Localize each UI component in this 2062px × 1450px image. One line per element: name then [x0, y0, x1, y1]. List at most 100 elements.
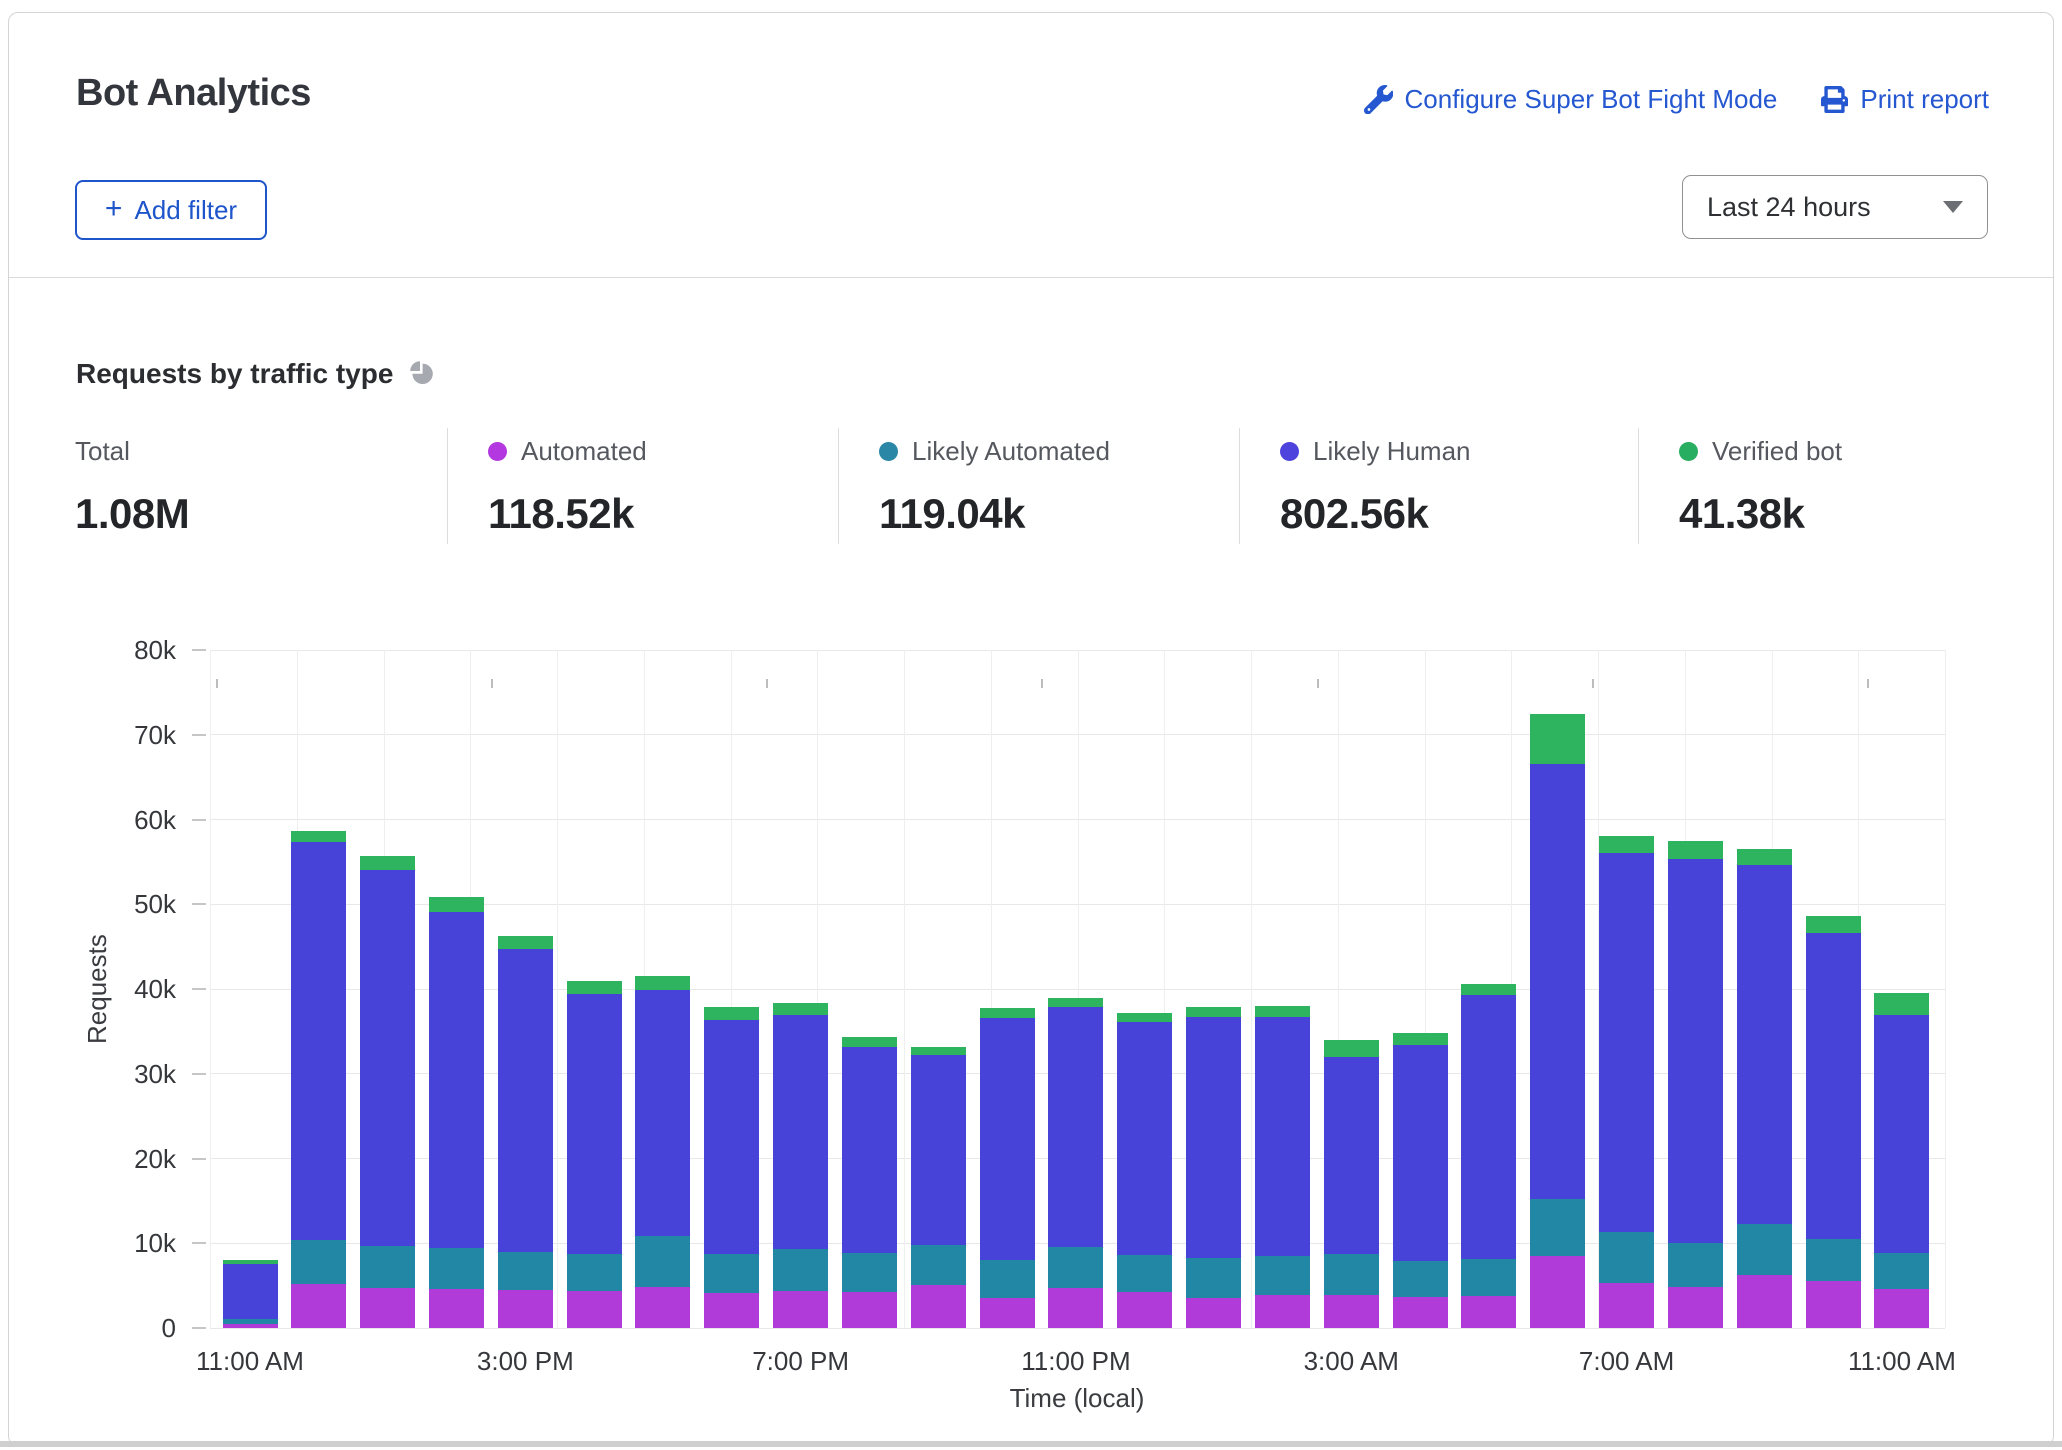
- bar-segment-likely-automated: [1186, 1258, 1241, 1298]
- bar-segment-verified-bot: [1530, 714, 1585, 765]
- bar-segment-likely-human: [291, 842, 346, 1240]
- bar-segment-verified-bot: [498, 936, 553, 950]
- y-tickmark: [192, 1158, 206, 1160]
- page-title: Bot Analytics: [76, 72, 311, 115]
- bar-4-00-pm: [567, 981, 622, 1328]
- bar-segment-likely-automated: [567, 1254, 622, 1290]
- bar-9-00-pm: [911, 1047, 966, 1328]
- y-tickmark: [192, 649, 206, 651]
- bar-segment-verified-bot: [1874, 993, 1929, 1015]
- bar-segment-automated: [1599, 1283, 1654, 1328]
- y-tick-label: 70k: [0, 720, 176, 750]
- bar-segment-likely-human: [704, 1020, 759, 1255]
- bar-segment-likely-human: [429, 912, 484, 1248]
- stat-total: Total1.08M: [75, 428, 447, 544]
- stat-likely-human: Likely Human802.56k: [1239, 428, 1638, 544]
- bar-segment-likely-human: [1324, 1057, 1379, 1254]
- bar-6-00-am: [1530, 714, 1585, 1328]
- bar-3-00-pm: [498, 936, 553, 1328]
- bar-segment-likely-human: [1737, 865, 1792, 1223]
- bar-segment-automated: [1461, 1296, 1516, 1328]
- bar-9-00-am: [1737, 849, 1792, 1328]
- bar-8-00-pm: [842, 1037, 897, 1328]
- bar-segment-verified-bot: [1048, 998, 1103, 1006]
- y-tickmark: [192, 1327, 206, 1329]
- x-tickmark: [1317, 679, 1319, 688]
- legend-dot-icon: [1679, 442, 1698, 461]
- y-tick-label: 20k: [0, 1144, 176, 1174]
- bar-segment-likely-automated: [704, 1254, 759, 1293]
- bar-segment-verified-bot: [1599, 836, 1654, 853]
- bar-segment-verified-bot: [1461, 984, 1516, 995]
- bar-segment-likely-automated: [1117, 1255, 1172, 1292]
- y-tick-label: 0: [0, 1313, 176, 1343]
- x-tickmark: [1041, 679, 1043, 688]
- bar-11-00-am: [1874, 993, 1929, 1328]
- bar-segment-verified-bot: [842, 1037, 897, 1047]
- bar-segment-likely-human: [1874, 1015, 1929, 1253]
- bar-segment-verified-bot: [911, 1047, 966, 1055]
- bar-4-00-am: [1393, 1033, 1448, 1328]
- gridline-vertical: [904, 650, 905, 1328]
- bar-segment-verified-bot: [773, 1003, 828, 1015]
- x-tickmark: [1867, 679, 1869, 688]
- bar-segment-automated: [1324, 1295, 1379, 1328]
- bar-6-00-pm: [704, 1007, 759, 1328]
- bar-segment-automated: [1255, 1295, 1310, 1328]
- add-filter-button[interactable]: + Add filter: [75, 180, 267, 240]
- bar-1-00-pm: [360, 856, 415, 1328]
- stat-label: Total: [75, 436, 130, 467]
- x-tickmark: [491, 679, 493, 688]
- bar-segment-verified-bot: [1117, 1013, 1172, 1022]
- bar-segment-automated: [773, 1291, 828, 1328]
- bar-segment-likely-automated: [498, 1252, 553, 1290]
- bar-segment-likely-automated: [1324, 1254, 1379, 1295]
- bar-segment-verified-bot: [1255, 1006, 1310, 1017]
- stat-label: Automated: [521, 436, 647, 467]
- bar-2-00-pm: [429, 897, 484, 1328]
- bar-segment-automated: [498, 1290, 553, 1328]
- bar-segment-verified-bot: [1393, 1033, 1448, 1045]
- stat-verified-bot: Verified bot41.38k: [1638, 428, 1990, 544]
- print-report-link[interactable]: Print report: [1821, 84, 1989, 115]
- bar-2-00-am: [1255, 1006, 1310, 1328]
- bar-segment-automated: [1117, 1292, 1172, 1328]
- chevron-down-icon: [1943, 201, 1963, 213]
- bar-segment-verified-bot: [1806, 916, 1861, 933]
- bar-segment-verified-bot: [429, 897, 484, 912]
- x-tick-label: 11:00 AM: [196, 1346, 304, 1377]
- bar-segment-likely-automated: [773, 1249, 828, 1291]
- add-filter-label: Add filter: [134, 195, 237, 226]
- bar-segment-automated: [1806, 1281, 1861, 1328]
- stat-label: Likely Human: [1313, 436, 1471, 467]
- bar-segment-automated: [1186, 1298, 1241, 1329]
- bar-segment-likely-human: [1255, 1017, 1310, 1256]
- header-links: Configure Super Bot Fight Mode Print rep…: [1364, 84, 1989, 115]
- gridline-vertical: [1945, 650, 1946, 1328]
- bar-segment-likely-automated: [1461, 1259, 1516, 1295]
- bar-segment-automated: [360, 1288, 415, 1328]
- bar-segment-automated: [291, 1284, 346, 1328]
- y-tick-label: 60k: [0, 805, 176, 835]
- next-section-edge: [0, 1441, 2062, 1447]
- configure-super-bot-fight-mode-link[interactable]: Configure Super Bot Fight Mode: [1364, 84, 1778, 115]
- bar-segment-verified-bot: [291, 831, 346, 842]
- y-tickmark: [192, 734, 206, 736]
- bar-segment-likely-human: [1048, 1007, 1103, 1247]
- configure-link-label: Configure Super Bot Fight Mode: [1405, 84, 1778, 115]
- bar-segment-verified-bot: [567, 981, 622, 994]
- bar-12-00-pm: [291, 831, 346, 1328]
- x-tick-label: 11:00 PM: [1021, 1346, 1130, 1377]
- pie-chart-icon: [408, 359, 436, 392]
- time-range-select[interactable]: Last 24 hours: [1682, 175, 1988, 239]
- gridline-vertical: [557, 650, 558, 1328]
- requests-stacked-bar-chart: [210, 650, 1945, 1328]
- bar-segment-likely-automated: [842, 1253, 897, 1293]
- bar-segment-verified-bot: [1186, 1007, 1241, 1017]
- bar-segment-likely-human: [1806, 933, 1861, 1239]
- x-axis-title: Time (local): [1010, 1383, 1145, 1414]
- bar-segment-automated: [842, 1292, 897, 1328]
- bar-segment-automated: [980, 1298, 1035, 1329]
- bar-segment-likely-human: [360, 870, 415, 1245]
- bar-segment-likely-automated: [429, 1248, 484, 1289]
